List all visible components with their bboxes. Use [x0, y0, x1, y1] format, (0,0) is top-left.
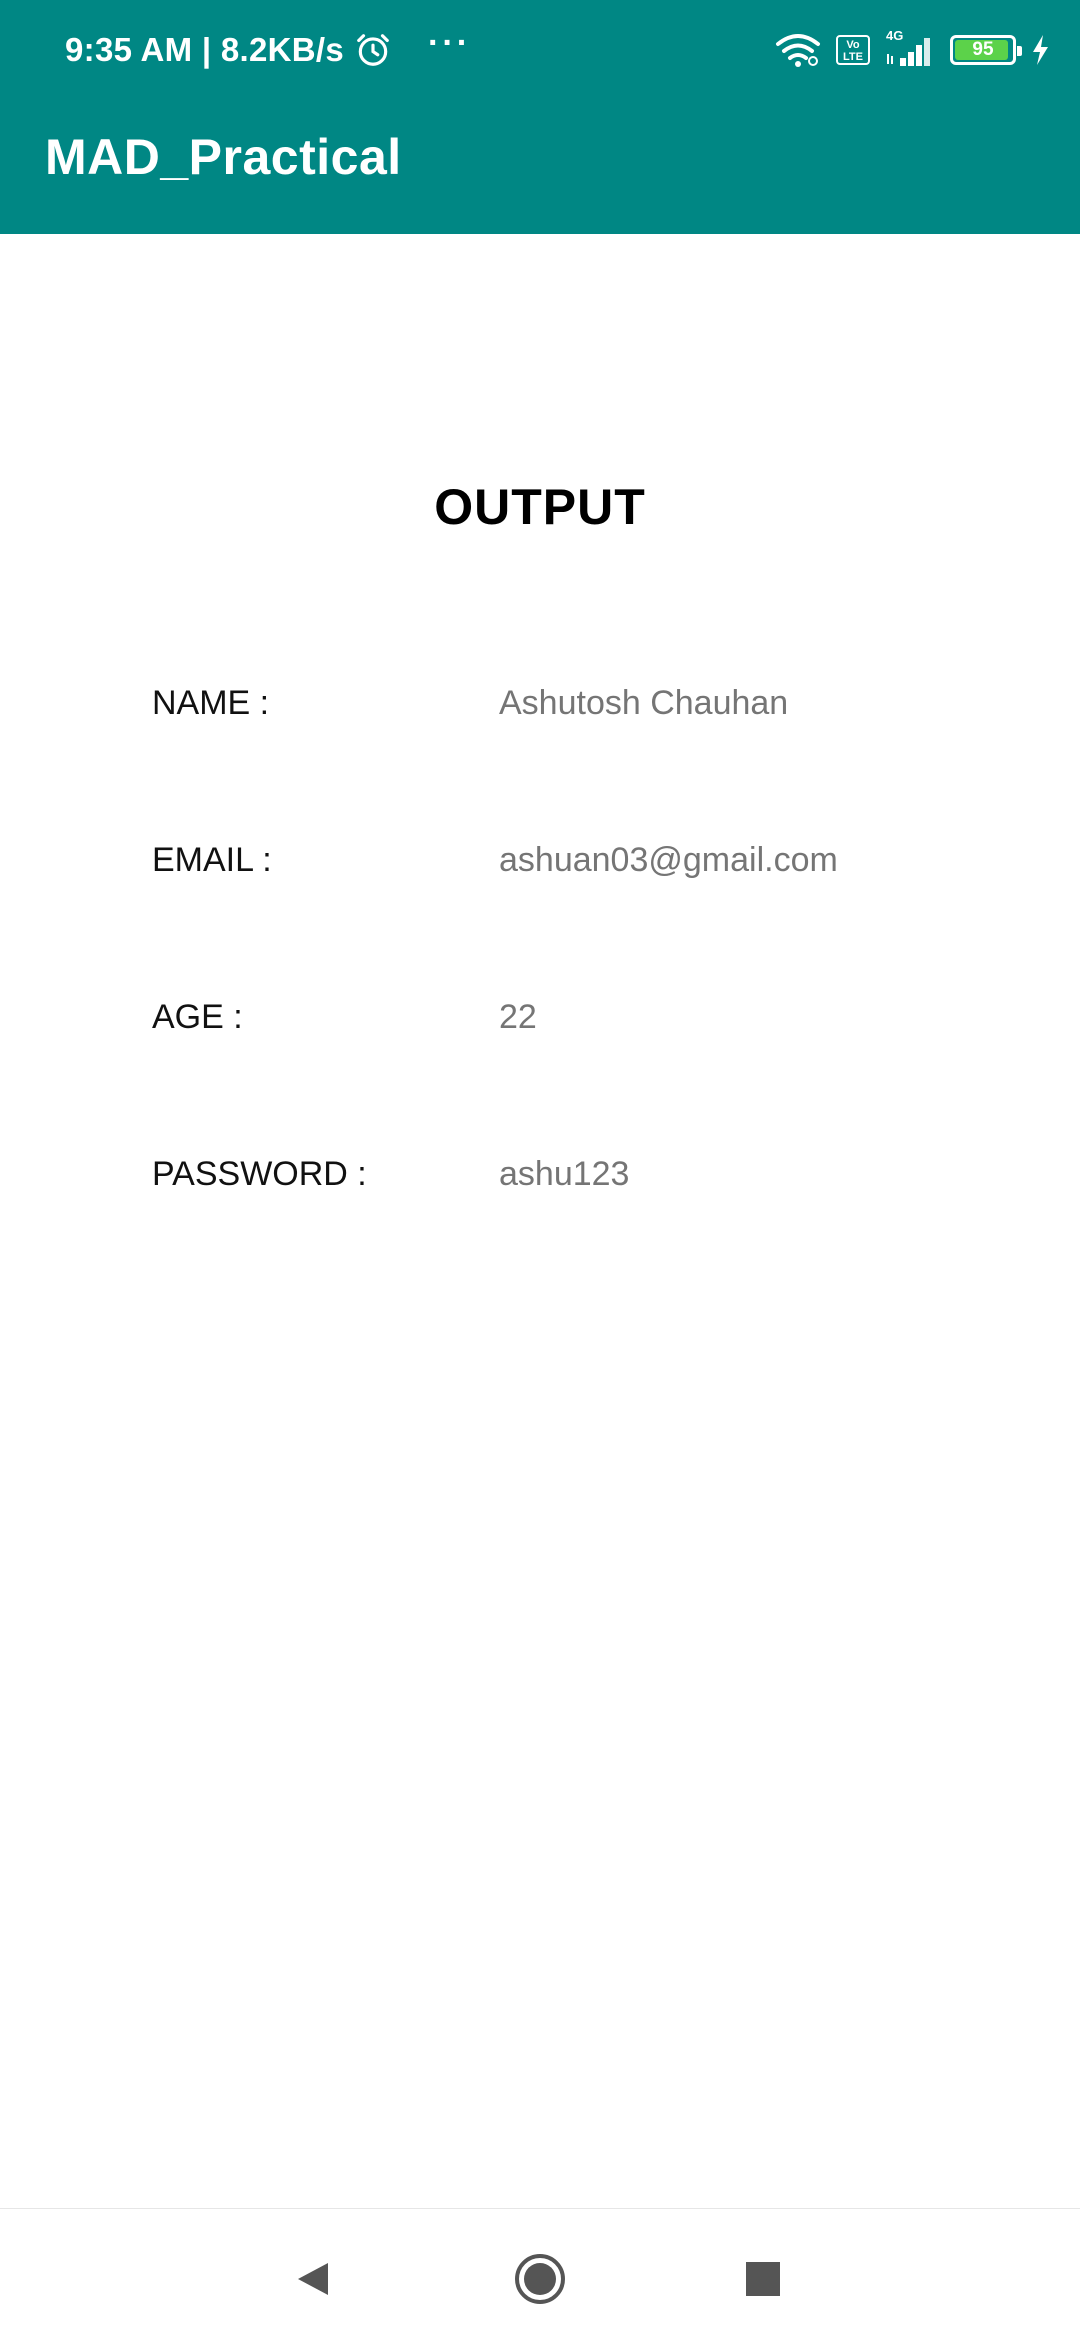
- battery-icon: 95: [950, 35, 1022, 65]
- app-header: 9:35 AM | 8.2KB/s ··· Vo LTE 4G 95 MAD_P…: [0, 0, 1080, 234]
- field-row-email: EMAIL : ashuan03@gmail.com: [0, 841, 1080, 901]
- status-left: 9:35 AM | 8.2KB/s ···: [65, 24, 471, 72]
- age-value: 22: [499, 998, 537, 1036]
- status-bar: 9:35 AM | 8.2KB/s ··· Vo LTE 4G 95: [0, 0, 1080, 100]
- alarm-icon: [357, 34, 389, 66]
- email-label: EMAIL :: [152, 841, 272, 879]
- app-title: MAD_Practical: [45, 129, 402, 185]
- home-icon: [515, 2254, 565, 2304]
- output-heading: OUTPUT: [434, 479, 646, 535]
- back-button[interactable]: [284, 2249, 344, 2309]
- home-button[interactable]: [510, 2249, 570, 2309]
- status-right: Vo LTE 4G 95: [774, 28, 1050, 72]
- name-label: NAME :: [152, 684, 270, 722]
- password-label: PASSWORD :: [152, 1155, 367, 1193]
- back-icon: [298, 2263, 328, 2295]
- recents-button[interactable]: [733, 2249, 793, 2309]
- recents-icon: [746, 2262, 780, 2296]
- age-label: AGE :: [152, 998, 243, 1036]
- signal-icon: 4G: [884, 28, 936, 68]
- password-value: ashu123: [499, 1155, 630, 1193]
- name-value: Ashutosh Chauhan: [499, 684, 789, 722]
- status-time-speed: 9:35 AM | 8.2KB/s: [65, 31, 345, 68]
- battery-nub: [1017, 46, 1022, 56]
- email-value: ashuan03@gmail.com: [499, 841, 838, 879]
- more-indicator: ···: [428, 23, 472, 62]
- volte-icon: Vo LTE: [836, 35, 870, 65]
- field-row-name: NAME : Ashutosh Chauhan: [0, 684, 1080, 744]
- system-nav-bar: [0, 2208, 1080, 2340]
- charging-icon: [1033, 35, 1048, 65]
- battery-level: 95: [972, 39, 994, 60]
- field-row-age: AGE : 22: [0, 998, 1080, 1058]
- wifi-icon: [776, 34, 820, 67]
- field-row-password: PASSWORD : ashu123: [0, 1155, 1080, 1215]
